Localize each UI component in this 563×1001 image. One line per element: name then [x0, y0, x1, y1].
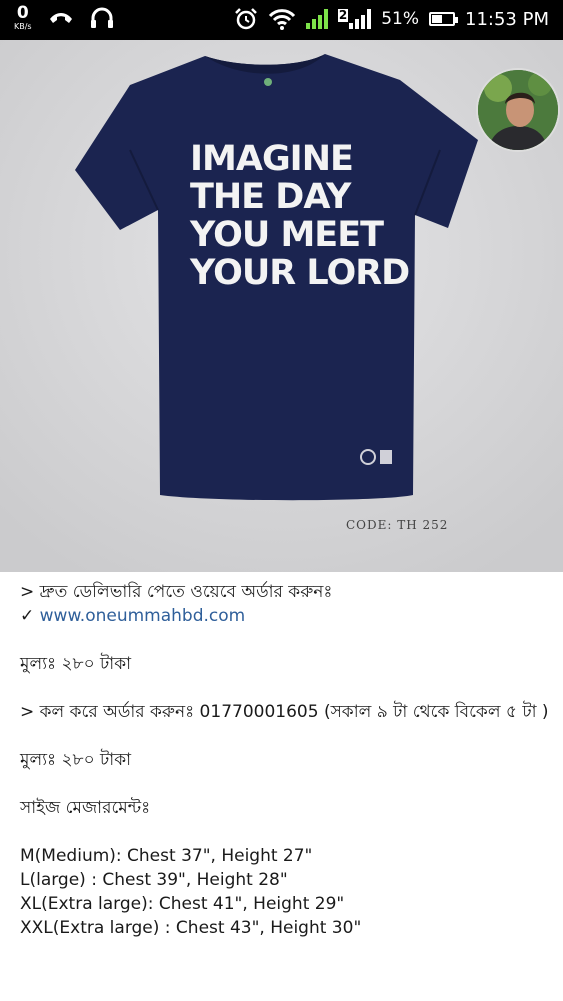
network-speed: 0 KB/s — [14, 3, 32, 31]
slogan-line: YOUR LORD — [190, 253, 410, 293]
web-order-text: > দ্রুত ডেলিভারি পেতে ওয়েবে অর্ডার করুন… — [20, 582, 333, 602]
size-row: M(Medium): Chest 37", Height 27" — [20, 846, 313, 866]
slogan-line: IMAGINE — [190, 139, 354, 179]
size-row: L(large) : Chest 39", Height 28" — [20, 870, 288, 890]
shirt-slogan: IMAGINE THE DAY YOU MEET YOUR LORD — [190, 139, 410, 293]
sim2-signal-icon — [349, 9, 372, 29]
product-image[interactable]: IMAGINE THE DAY YOU MEET YOUR LORD CODE:… — [0, 40, 563, 572]
slogan-line: YOU MEET — [190, 215, 384, 255]
headphone-icon — [90, 7, 113, 28]
post-body: > দ্রুত ডেলিভারি পেতে ওয়েবে অর্ডার করুন… — [20, 580, 550, 940]
size-row: XXL(Extra large) : Chest 43", Height 30" — [20, 918, 362, 938]
product-code: CODE: TH 252 — [346, 518, 449, 532]
check-mark: ✓ — [20, 606, 40, 626]
price-text: মুল্যঃ ২৮০ টাকা — [20, 750, 132, 770]
battery-percent: 51% — [381, 9, 420, 29]
avatar-image — [478, 70, 558, 150]
wifi-icon — [268, 9, 295, 30]
status-bar: 0 KB/s 2 51% 11:53 PM — [0, 0, 563, 40]
sim1-signal-icon — [305, 9, 328, 29]
clock: 11:53 PM — [465, 8, 549, 30]
avatar[interactable] — [476, 68, 560, 152]
size-heading: সাইজ মেজারমেন্টঃ — [20, 798, 151, 818]
size-row: XL(Extra large): Chest 41", Height 29" — [20, 894, 345, 914]
website-link[interactable]: www.oneummahbd.com — [40, 606, 246, 626]
battery-icon — [429, 12, 459, 26]
missed-call-icon — [49, 13, 72, 23]
website-line: ✓ www.oneummahbd.com — [20, 604, 550, 628]
call-order-text: > কল করে অর্ডার করুনঃ 01770001605 (সকাল … — [20, 702, 549, 722]
alarm-icon — [234, 8, 257, 30]
sim2-label: 2 — [337, 8, 349, 22]
price-text: মুল্যঃ ২৮০ টাকা — [20, 654, 132, 674]
slogan-line: THE DAY — [190, 177, 351, 217]
